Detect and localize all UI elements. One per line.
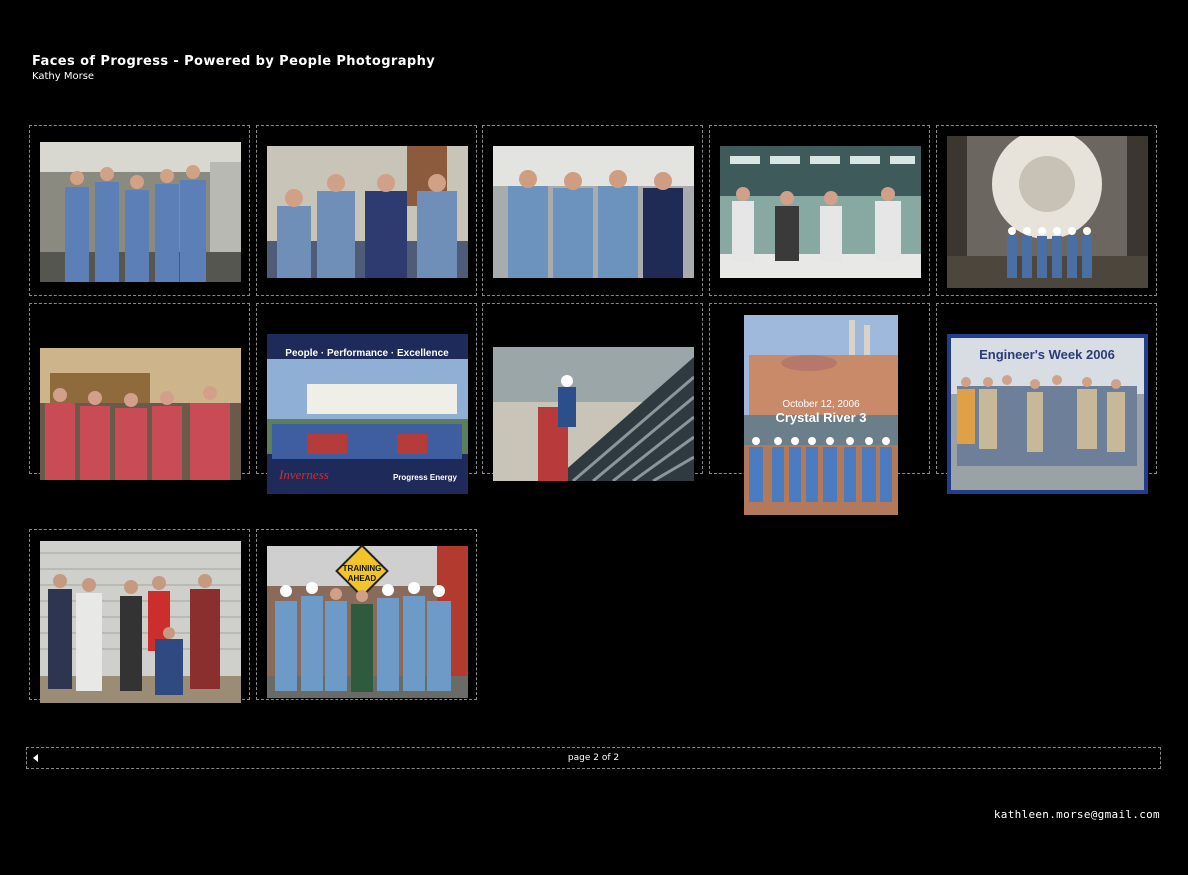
contact-email-link[interactable]: kathleen.morse@gmail.com [994,808,1160,821]
photo-caption-left: Inverness [278,467,329,482]
photo-thumbnail[interactable]: Engineer's Week 2006 [947,334,1148,494]
photo-thumbnail[interactable] [267,146,468,278]
thumbnail-cell[interactable] [29,125,250,296]
page-header: Faces of Progress - Powered by People Ph… [32,54,435,82]
photo-thumbnail[interactable] [40,348,241,480]
photo-thumbnail[interactable]: October 12, 2006 Crystal River 3 [744,315,898,515]
photo-thumbnail[interactable] [40,142,241,282]
thumbnail-cell[interactable] [256,125,477,296]
photo-caption-main: Crystal River 3 [775,410,866,425]
photo-thumbnail[interactable]: TRAINING AHEAD [267,546,468,698]
photo-thumbnail[interactable]: People · Performance · Excellence Invern… [267,334,468,494]
photo-caption-date: October 12, 2006 [782,399,860,410]
pagination-bar: page 2 of 2 [26,747,1161,769]
thumbnail-cell[interactable] [482,125,703,296]
thumbnail-cell[interactable] [29,303,250,480]
photo-thumbnail[interactable] [947,136,1148,288]
thumbnail-cell[interactable] [709,125,930,296]
gallery-title: Faces of Progress - Powered by People Ph… [32,54,436,69]
thumbnail-cell[interactable] [29,529,250,703]
thumbnail-cell[interactable] [482,303,703,481]
thumbnail-cell[interactable]: People · Performance · Excellence Invern… [256,303,477,494]
thumbnail-cell[interactable]: Engineer's Week 2006 [936,303,1157,494]
thumbnail-cell[interactable]: October 12, 2006 Crystal River 3 [709,303,930,515]
sign-line-1: TRAINING [343,564,382,573]
photo-thumbnail[interactable] [40,541,241,703]
sign-line-2: AHEAD [348,574,377,583]
photo-caption-top: Engineer's Week 2006 [979,347,1115,362]
page-indicator: page 2 of 2 [567,753,620,763]
photographer-name: Kathy Morse [32,71,95,82]
thumbnail-cell[interactable] [936,125,1157,296]
photo-thumbnail[interactable] [493,146,694,278]
photo-thumbnail[interactable] [720,146,921,278]
thumbnail-cell[interactable]: TRAINING AHEAD [256,529,477,700]
photo-caption-right: Progress Energy [393,473,458,482]
photo-thumbnail[interactable] [493,347,694,481]
photo-caption-top: People · Performance · Excellence [285,348,449,359]
